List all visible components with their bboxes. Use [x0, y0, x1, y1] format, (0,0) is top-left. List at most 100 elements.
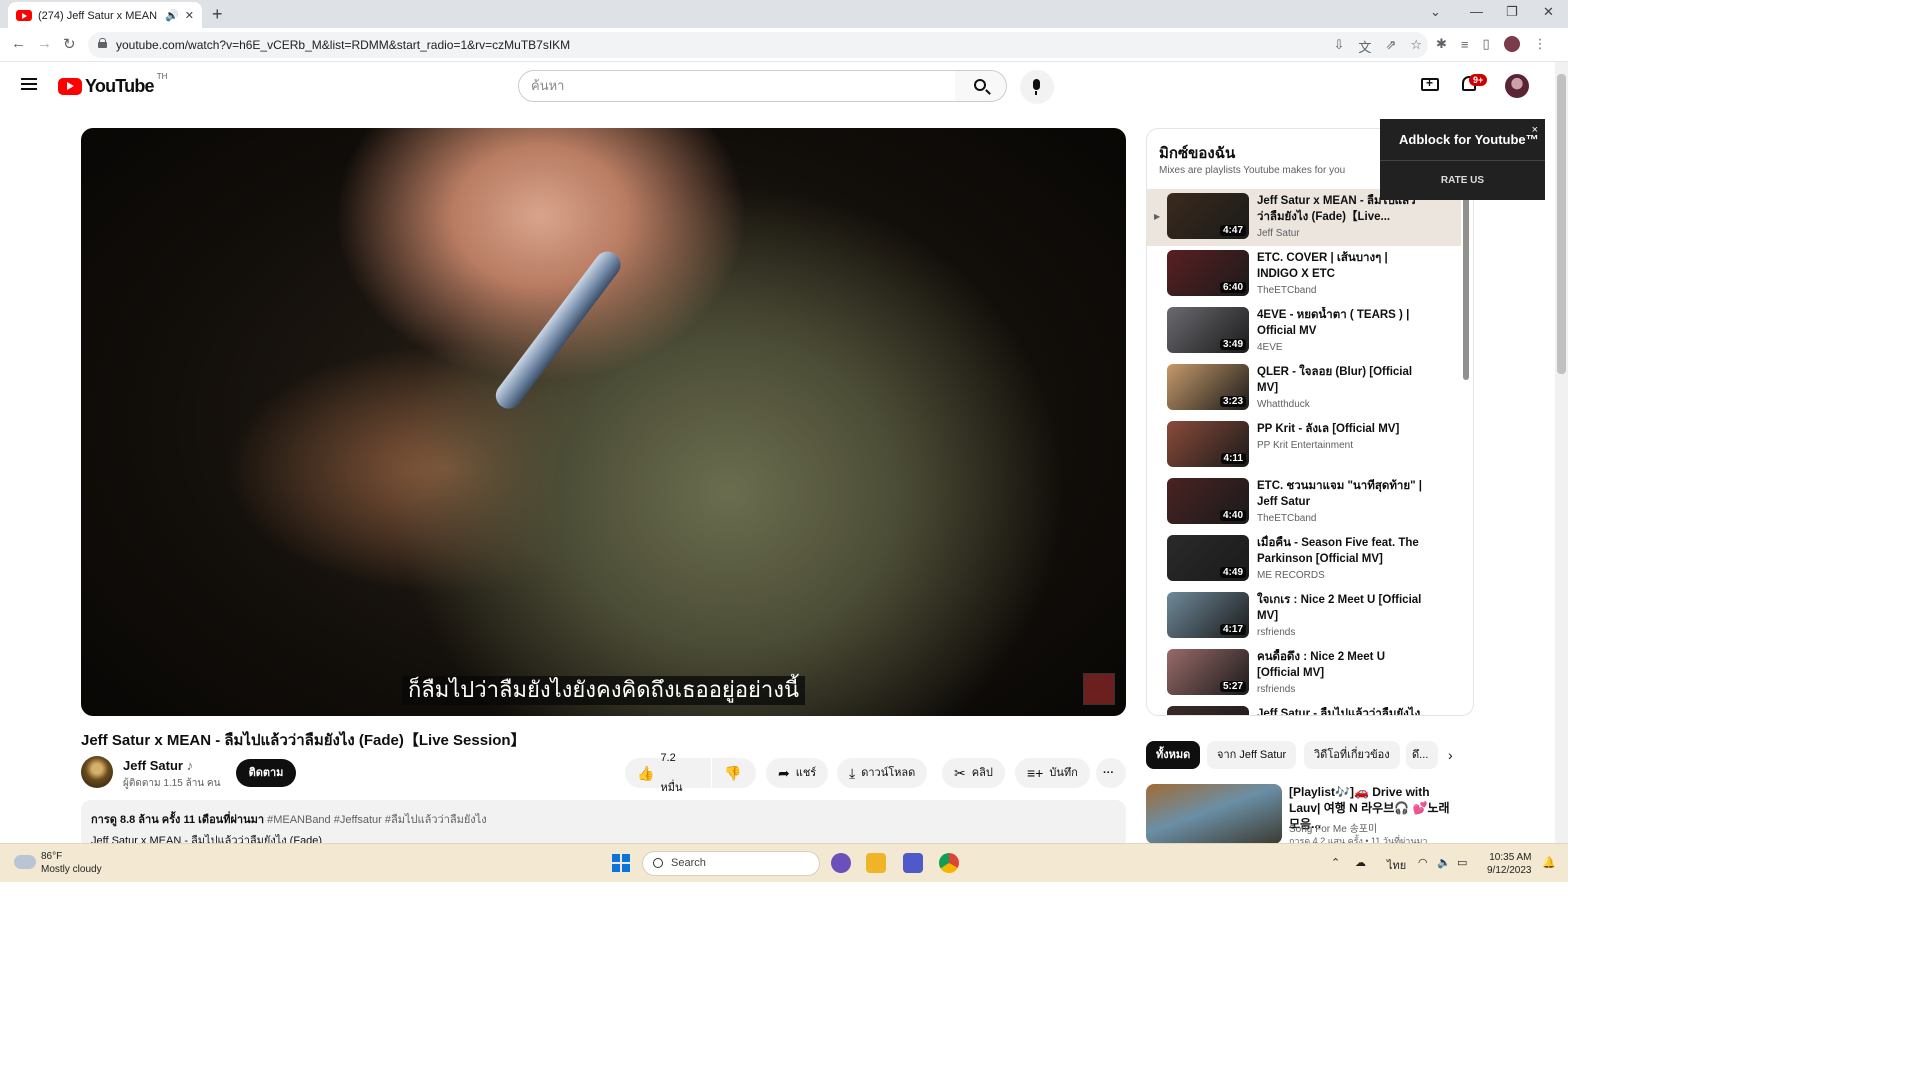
- playlist-thumbnail[interactable]: 4:49: [1167, 535, 1249, 581]
- playlist-item-title[interactable]: 4EVE - หยดน้ำตา ( TEARS ) | Official MV: [1257, 307, 1422, 339]
- onedrive-icon[interactable]: ☁: [1355, 856, 1366, 869]
- translate-icon[interactable]: 文: [1358, 37, 1371, 56]
- channel-watermark[interactable]: [1083, 673, 1115, 705]
- playlist-item[interactable]: 4:40 ETC. ชวนมาแจม "นาทีสุดท้าย" | Jeff S…: [1147, 474, 1461, 531]
- cloud-icon[interactable]: [14, 855, 36, 869]
- playlist-item-title[interactable]: Jeff Satur - ลืมไปแล้วว่าลืมยังไง: [1257, 706, 1422, 715]
- playlist-item[interactable]: 3:23 QLER - ใจลอย (Blur) [Official MV] Wha…: [1147, 360, 1461, 417]
- rate-us-button[interactable]: RATE US: [1380, 175, 1545, 186]
- forward-icon[interactable]: →: [37, 35, 52, 52]
- chevron-right-icon[interactable]: ›: [1448, 747, 1453, 763]
- playlist-item-title[interactable]: คนดื้อดึง : Nice 2 Meet U [Official MV]: [1257, 649, 1422, 681]
- playlist-item-title[interactable]: QLER - ใจลอย (Blur) [Official MV]: [1257, 364, 1422, 396]
- tab-close-icon[interactable]: ✕: [185, 9, 194, 22]
- maximize-icon[interactable]: ❐: [1506, 4, 1518, 20]
- share-button[interactable]: ➦ แชร์: [766, 758, 829, 788]
- like-button[interactable]: 👍 7.2 หมื่น: [625, 752, 711, 794]
- language-indicator[interactable]: ไทย: [1387, 856, 1406, 874]
- voice-search-button[interactable]: [1020, 70, 1054, 104]
- more-actions-button[interactable]: ···: [1096, 758, 1126, 788]
- chip-more[interactable]: ดึ...: [1406, 741, 1438, 769]
- playlist-thumbnail[interactable]: [1167, 706, 1249, 715]
- playlist-scrollbar[interactable]: [1463, 190, 1469, 380]
- taskbar-search[interactable]: Search: [642, 851, 820, 876]
- search-input[interactable]: ค้นหา: [518, 70, 956, 102]
- playlist-thumbnail[interactable]: 6:40: [1167, 250, 1249, 296]
- youtube-logo[interactable]: YouTube TH: [58, 72, 167, 97]
- playlist-item[interactable]: 5:27 คนดื้อดึง : Nice 2 Meet U [Official …: [1147, 645, 1461, 702]
- subscribe-button[interactable]: ติดตาม: [236, 759, 296, 787]
- playlist-thumbnail[interactable]: 4:47: [1167, 193, 1249, 239]
- new-tab-button[interactable]: +: [212, 4, 223, 25]
- recommendation-thumbnail[interactable]: [1146, 784, 1282, 844]
- playlist-thumbnail[interactable]: 4:17: [1167, 592, 1249, 638]
- playlist-thumbnail[interactable]: 3:23: [1167, 364, 1249, 410]
- menu-icon[interactable]: [21, 78, 37, 90]
- chip-related[interactable]: วิดีโอที่เกี่ยวข้อง: [1304, 741, 1400, 769]
- playlist-item-title[interactable]: เมื่อคืน - Season Five feat. The Parkins…: [1257, 535, 1422, 567]
- app-icon-1[interactable]: [831, 853, 851, 873]
- download-button[interactable]: ⤓ ดาวน์โหลด: [837, 758, 928, 788]
- windows-start-icon[interactable]: [612, 854, 630, 872]
- bookmark-star-icon[interactable]: ☆: [1410, 37, 1422, 56]
- playlist-thumbnail[interactable]: 3:49: [1167, 307, 1249, 353]
- chevron-up-icon[interactable]: ⌃: [1331, 856, 1340, 869]
- chrome-icon[interactable]: [939, 853, 959, 873]
- file-explorer-icon[interactable]: [866, 853, 886, 873]
- chip-from-channel[interactable]: จาก Jeff Satur: [1207, 741, 1297, 769]
- lock-icon[interactable]: [98, 38, 107, 48]
- teams-icon[interactable]: [903, 853, 923, 873]
- tab-search-icon[interactable]: ⌄: [1430, 4, 1441, 20]
- address-bar[interactable]: youtube.com/watch?v=h6E_vCERb_M&list=RDM…: [88, 32, 1428, 58]
- playlist-item[interactable]: 3:49 4EVE - หยดน้ำตา ( TEARS ) | Official…: [1147, 303, 1461, 360]
- playlist-item-title[interactable]: ใจเกเร : Nice 2 Meet U [Official MV]: [1257, 592, 1422, 624]
- share-page-icon[interactable]: ⇗: [1385, 37, 1396, 56]
- browser-menu-icon[interactable]: ⋮: [1534, 36, 1547, 52]
- channel-avatar[interactable]: [81, 756, 113, 788]
- side-panel-icon[interactable]: ▯: [1483, 36, 1490, 52]
- clip-button[interactable]: ✂ คลิป: [942, 758, 1005, 788]
- playlist-item[interactable]: 4:11 PP Krit - ลังเล [Official MV] PP Krit…: [1147, 417, 1461, 474]
- playlist-item[interactable]: 6:40 ETC. COVER | เส้นบางๆ | INDIGO X ETC…: [1147, 246, 1461, 303]
- channel-name[interactable]: Jeff Satur ♪: [123, 758, 193, 773]
- recommendation-channel[interactable]: Song For Me 송포미: [1289, 820, 1377, 835]
- wifi-icon[interactable]: ◠: [1418, 856, 1428, 869]
- extensions-icon[interactable]: ✱: [1436, 36, 1447, 52]
- search-button[interactable]: [955, 70, 1007, 102]
- playlist-thumbnail[interactable]: 5:27: [1167, 649, 1249, 695]
- window-close-icon[interactable]: ✕: [1543, 4, 1554, 20]
- chip-all[interactable]: ทั้งหมด: [1146, 741, 1201, 769]
- playlist-item[interactable]: 4:49 เมื่อคืน - Season Five feat. The Par…: [1147, 531, 1461, 588]
- playlist-thumbnail[interactable]: 4:40: [1167, 478, 1249, 524]
- adblock-close-icon[interactable]: ×: [1532, 124, 1538, 136]
- url-text[interactable]: youtube.com/watch?v=h6E_vCERb_M&list=RDM…: [116, 38, 570, 52]
- speaker-icon[interactable]: 🔊: [165, 9, 179, 22]
- volume-icon[interactable]: 🔈: [1437, 856, 1451, 869]
- playlist-thumbnail[interactable]: 4:11: [1167, 421, 1249, 467]
- back-icon[interactable]: ←: [11, 35, 26, 52]
- notification-center-icon[interactable]: 🔔: [1542, 856, 1556, 869]
- weather-temp[interactable]: 86°F: [41, 851, 62, 862]
- reload-icon[interactable]: ↻: [63, 35, 76, 53]
- browser-tab[interactable]: (274) Jeff Satur x MEAN - ลืมไ 🔊 ✕: [8, 2, 202, 28]
- profile-avatar[interactable]: [1503, 36, 1520, 52]
- page-scrollbar-thumb[interactable]: [1557, 74, 1566, 374]
- save-button[interactable]: ≡+ บันทึก: [1015, 758, 1090, 788]
- page-scrollbar[interactable]: [1555, 62, 1568, 843]
- create-video-icon[interactable]: [1421, 76, 1439, 91]
- account-avatar[interactable]: [1505, 74, 1529, 98]
- playlist-item-title[interactable]: ETC. ชวนมาแจม "นาทีสุดท้าย" | Jeff Satur: [1257, 478, 1422, 510]
- dislike-button[interactable]: 👎: [712, 758, 756, 788]
- weather-desc[interactable]: Mostly cloudy: [41, 864, 102, 875]
- media-controls-icon[interactable]: ≡: [1461, 37, 1469, 52]
- video-player[interactable]: ก็ลืมไปว่าลืมยังไงยังคงคิดถึงเธออยู่อย่า…: [81, 128, 1126, 716]
- playlist-item[interactable]: Jeff Satur - ลืมไปแล้วว่าลืมยังไง: [1147, 702, 1461, 715]
- battery-icon[interactable]: ▭: [1457, 856, 1467, 869]
- install-icon[interactable]: ⇩: [1334, 37, 1345, 56]
- playlist-item-title[interactable]: ETC. COVER | เส้นบางๆ | INDIGO X ETC: [1257, 250, 1422, 282]
- playlist-item-title[interactable]: PP Krit - ลังเล [Official MV]: [1257, 421, 1422, 437]
- minimize-icon[interactable]: —: [1470, 4, 1483, 19]
- system-clock[interactable]: 10:35 AM 9/12/2023: [1487, 851, 1532, 877]
- description-tags[interactable]: #MEANBand #Jeffsatur #ลืมไปแล้วว่าลืมยัง…: [267, 814, 487, 826]
- playlist-item[interactable]: 4:17 ใจเกเร : Nice 2 Meet U [Official MV]…: [1147, 588, 1461, 645]
